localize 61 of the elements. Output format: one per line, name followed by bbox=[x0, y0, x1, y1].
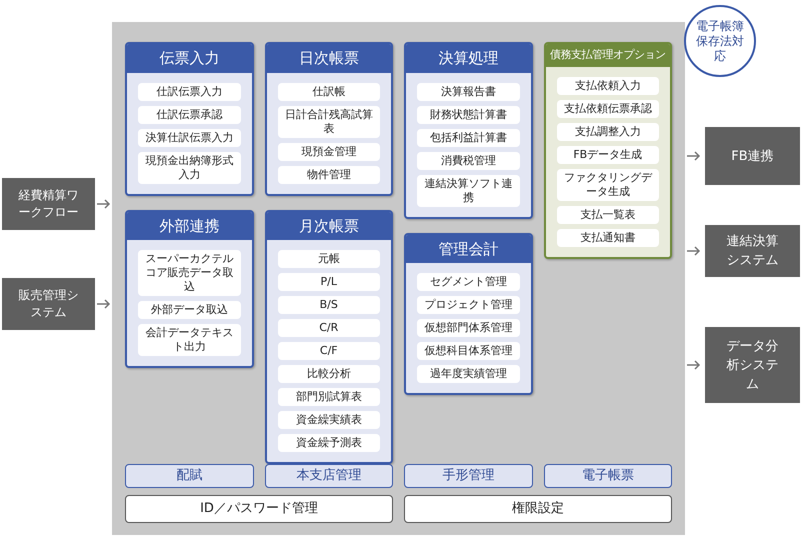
feature-item: 支払一覧表 bbox=[556, 206, 659, 224]
feature-item: ファクタリングデータ生成 bbox=[556, 168, 659, 200]
feature-item: 仮想部門体系管理 bbox=[417, 319, 520, 337]
feature-item: 日計合計残高試算表 bbox=[278, 106, 380, 138]
system-box: 経費精算ワークフロー bbox=[2, 178, 95, 230]
arrow-icon bbox=[97, 299, 111, 309]
system-box: 連結決算システム bbox=[705, 225, 800, 277]
feature-item: P/L bbox=[278, 273, 380, 291]
feature-item: 支払依頼入力 bbox=[556, 76, 659, 94]
feature-item: セグメント管理 bbox=[417, 273, 520, 291]
feature-item: 外部データ取込 bbox=[138, 301, 240, 319]
feature-item: 過年度実績管理 bbox=[417, 365, 520, 383]
feature-tag: 本支店管理 bbox=[264, 464, 393, 488]
feature-tag: 電子帳票 bbox=[544, 464, 672, 488]
feature-item: 資金繰予測表 bbox=[278, 434, 380, 452]
arrow-icon bbox=[687, 151, 701, 161]
card-title: 月次帳票 bbox=[266, 212, 391, 240]
feature-item: 仕訳伝票承認 bbox=[138, 106, 240, 124]
feature-tag: 手形管理 bbox=[404, 464, 532, 488]
feature-item: C/F bbox=[278, 342, 380, 360]
feature-item: 仮想科目体系管理 bbox=[417, 342, 520, 360]
feature-item: 包括利益計算書 bbox=[417, 128, 520, 146]
feature-item: 支払依頼伝票承認 bbox=[556, 100, 659, 118]
arrow-icon bbox=[687, 246, 701, 256]
feature-item: B/S bbox=[278, 296, 380, 314]
card-title: 日次帳票 bbox=[266, 44, 391, 72]
feature-item: 消費税管理 bbox=[417, 152, 520, 170]
card-title: 債務支払管理オプション bbox=[546, 44, 670, 66]
card-title: 外部連携 bbox=[127, 212, 252, 240]
feature-item: 資金繰実績表 bbox=[278, 411, 380, 429]
feature-item: 決算報告書 bbox=[417, 82, 520, 100]
arrow-icon bbox=[97, 199, 111, 209]
card-title: 管理会計 bbox=[406, 234, 530, 263]
feature-item: 物件管理 bbox=[278, 166, 380, 184]
feature-item: 部門別試算表 bbox=[278, 388, 380, 406]
system-box: データ分析システム bbox=[705, 327, 800, 403]
feature-tag: 配賦 bbox=[125, 464, 254, 488]
feature-item: 比較分析 bbox=[278, 365, 380, 383]
system-box: 販売管理システム bbox=[2, 278, 95, 330]
feature-item: 現預金出納簿形式入力 bbox=[138, 152, 240, 184]
feature-item: C/R bbox=[278, 319, 380, 337]
card-title: 決算処理 bbox=[406, 44, 530, 72]
base-feature-bar: ID／パスワード管理 bbox=[125, 495, 393, 523]
system-box: FB連携 bbox=[705, 127, 800, 185]
feature-item: 支払調整入力 bbox=[556, 122, 659, 140]
arrow-icon bbox=[687, 360, 701, 370]
feature-item: スーパーカクテルコア販売データ取込 bbox=[138, 250, 240, 296]
feature-item: 仕訳伝票入力 bbox=[138, 82, 240, 100]
base-feature-bar: 権限設定 bbox=[404, 495, 672, 523]
feature-item: 財務状態計算書 bbox=[417, 106, 520, 124]
compliance-badge: 電子帳簿保存法対応 bbox=[684, 5, 756, 77]
feature-item: 現預金管理 bbox=[278, 142, 380, 160]
feature-item: FBデータ生成 bbox=[556, 146, 659, 164]
feature-item: 仕訳帳 bbox=[278, 82, 380, 100]
feature-item: 会計データテキスト出力 bbox=[138, 324, 240, 356]
feature-item: 決算仕訳伝票入力 bbox=[138, 128, 240, 146]
card-title: 伝票入力 bbox=[127, 44, 252, 72]
feature-item: プロジェクト管理 bbox=[417, 296, 520, 314]
feature-item: 支払通知書 bbox=[556, 228, 659, 246]
feature-item: 連結決算ソフト連携 bbox=[417, 174, 520, 206]
feature-item: 元帳 bbox=[278, 250, 380, 268]
